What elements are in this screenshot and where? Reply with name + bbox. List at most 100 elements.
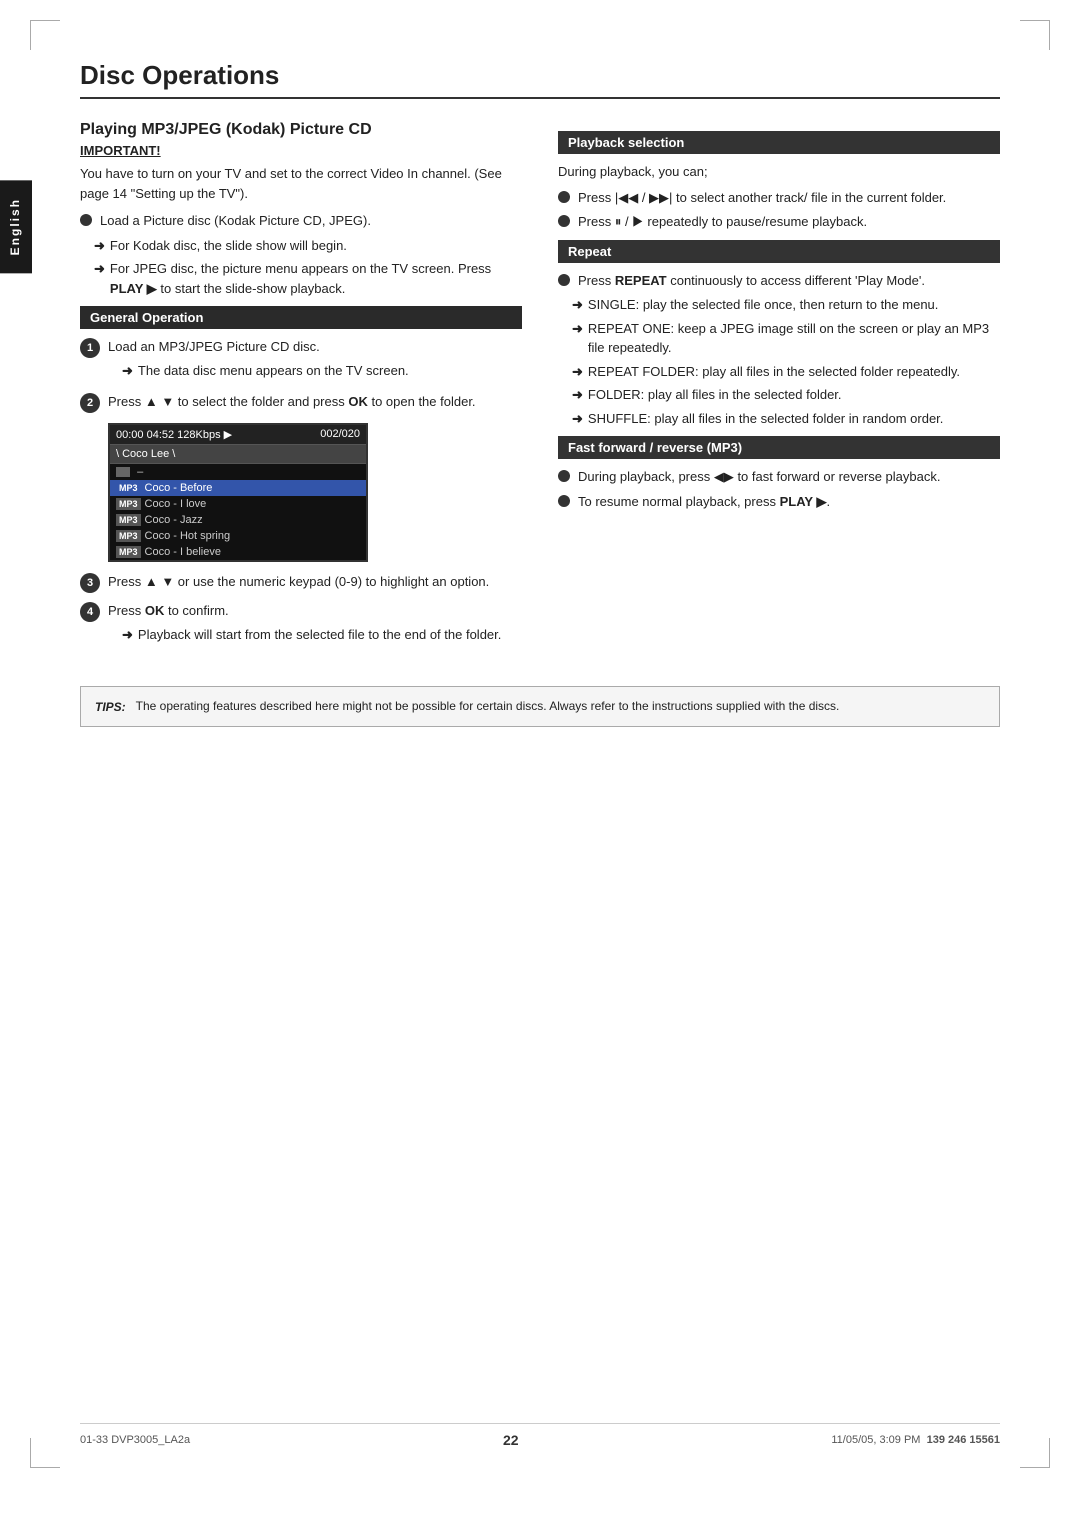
corner-mark-br xyxy=(1020,1438,1050,1468)
step-2: 2 Press ▲ ▼ to select the folder and pre… xyxy=(80,392,522,413)
screen-item-4-text: Coco - I believe xyxy=(145,546,221,558)
bullet-load-picture: Load a Picture disc (Kodak Picture CD, J… xyxy=(80,211,522,231)
playback-heading: Playback selection xyxy=(558,131,1000,154)
content-columns: Playing MP3/JPEG (Kodak) Picture CD IMPO… xyxy=(80,121,1000,656)
screen-item-2: MP3 Coco - Jazz xyxy=(110,512,366,528)
arrow-sym: ➜ xyxy=(94,236,105,256)
screen-top-bar: 00:00 04:52 128Kbps ▶ 002/020 xyxy=(110,425,366,445)
repeat-arrow1: ➜ SINGLE: play the selected file once, t… xyxy=(558,295,1000,315)
mp3-badge-3: MP3 xyxy=(116,530,141,542)
playback-intro: During playback, you can; xyxy=(558,162,1000,182)
repeat-arrow5: ➜ SHUFFLE: play all files in the selecte… xyxy=(558,409,1000,429)
r-arrow2-text: REPEAT ONE: keep a JPEG image still on t… xyxy=(588,319,1000,358)
screen-item-3: MP3 Coco - Hot spring xyxy=(110,528,366,544)
ff1-text: During playback, press ◀▶ to fast forwar… xyxy=(578,467,1000,487)
mp3-badge-1: MP3 xyxy=(116,498,141,510)
ff-heading: Fast forward / reverse (MP3) xyxy=(558,436,1000,459)
r-arrow5: ➜ xyxy=(572,409,583,429)
gen-op-heading: General Operation xyxy=(80,306,522,329)
screen-path: \ Coco Lee \ xyxy=(110,445,366,464)
step-2-content: Press ▲ ▼ to select the folder and press… xyxy=(108,392,522,412)
r-arrow4: ➜ xyxy=(572,385,583,405)
pb-dot2 xyxy=(558,215,570,227)
tips-box: TIPS: The operating features described h… xyxy=(80,686,1000,727)
screen-item-2-text: Coco - Jazz xyxy=(145,514,203,526)
tips-label: TIPS: xyxy=(95,698,126,716)
corner-mark-tr xyxy=(1020,20,1050,50)
repeat-bullet1: Press REPEAT continuously to access diff… xyxy=(558,271,1000,291)
pb1-text: Press |◀◀ / ▶▶| to select another track/… xyxy=(578,188,1000,208)
left-column: Playing MP3/JPEG (Kodak) Picture CD IMPO… xyxy=(80,121,522,656)
step-num-3: 3 xyxy=(80,573,100,593)
screen-blank: – xyxy=(110,464,366,480)
screen-item-1: MP3 Coco - I love xyxy=(110,496,366,512)
step4-arrow: ➜ Playback will start from the selected … xyxy=(108,625,522,645)
footer-right: 11/05/05, 3:09 PM 139 246 15561 xyxy=(831,1434,1000,1446)
screen-item-3-text: Coco - Hot spring xyxy=(145,530,231,542)
mp3-badge-0: MP3 xyxy=(116,482,141,494)
corner-mark-bl xyxy=(30,1438,60,1468)
ff-dot2 xyxy=(558,495,570,507)
repeat-heading: Repeat xyxy=(558,240,1000,263)
step1-arrow: ➜ The data disc menu appears on the TV s… xyxy=(108,361,522,381)
r-arrow3-text: REPEAT FOLDER: play all files in the sel… xyxy=(588,362,960,382)
r-arrow4-text: FOLDER: play all files in the selected f… xyxy=(588,385,842,405)
corner-mark-tl xyxy=(30,20,60,50)
arrow-kodak-text: For Kodak disc, the slide show will begi… xyxy=(110,236,347,256)
ff-bullet2: To resume normal playback, press PLAY ▶. xyxy=(558,492,1000,512)
arrow-sym3: ➜ xyxy=(122,361,133,381)
rep-dot1 xyxy=(558,274,570,286)
r-arrow3: ➜ xyxy=(572,362,583,382)
screen-mockup: 00:00 04:52 128Kbps ▶ 002/020 \ Coco Lee… xyxy=(108,423,368,562)
step-4: 4 Press OK to confirm. ➜ Playback will s… xyxy=(80,601,522,648)
page-container: English Disc Operations Playing MP3/JPEG… xyxy=(0,0,1080,1528)
footer: 01-33 DVP3005_LA2a 22 11/05/05, 3:09 PM … xyxy=(80,1423,1000,1448)
step-num-1: 1 xyxy=(80,338,100,358)
repeat-arrow4: ➜ FOLDER: play all files in the selected… xyxy=(558,385,1000,405)
screen-item-1-text: Coco - I love xyxy=(145,498,207,510)
footer-left: 01-33 DVP3005_LA2a xyxy=(80,1434,190,1446)
screen-top-right: 002/020 xyxy=(320,428,360,441)
important-heading: IMPORTANT! xyxy=(80,143,522,158)
arrow-kodak: ➜ For Kodak disc, the slide show will be… xyxy=(80,236,522,256)
r-arrow5-text: SHUFFLE: play all files in the selected … xyxy=(588,409,944,429)
step-3-content: Press ▲ ▼ or use the numeric keypad (0-9… xyxy=(108,572,522,592)
step-1-content: Load an MP3/JPEG Picture CD disc. ➜ The … xyxy=(108,337,522,384)
step-1: 1 Load an MP3/JPEG Picture CD disc. ➜ Th… xyxy=(80,337,522,384)
left-section-title: Playing MP3/JPEG (Kodak) Picture CD xyxy=(80,121,522,139)
step-1-text: Load an MP3/JPEG Picture CD disc. xyxy=(108,339,320,354)
ff2-text: To resume normal playback, press PLAY ▶. xyxy=(578,492,1000,512)
repeat-arrow2: ➜ REPEAT ONE: keep a JPEG image still on… xyxy=(558,319,1000,358)
tips-text: The operating features described here mi… xyxy=(136,697,840,715)
playback-bullet2: Press ⏸ / ▶ repeatedly to pause/resume p… xyxy=(558,212,1000,232)
step-4-text: Press OK to confirm. xyxy=(108,603,229,618)
page-number: 22 xyxy=(503,1432,519,1448)
r-arrow2: ➜ xyxy=(572,319,583,339)
arrow-sym2: ➜ xyxy=(94,259,105,279)
sidebar-tab: English xyxy=(0,180,32,273)
bullet-load-picture-text: Load a Picture disc (Kodak Picture CD, J… xyxy=(100,211,522,231)
arrow-jpeg-text: For JPEG disc, the picture menu appears … xyxy=(110,259,522,298)
screen-item-4: MP3 Coco - I believe xyxy=(110,544,366,560)
screen-top-left: 00:00 04:52 128Kbps ▶ xyxy=(116,428,232,441)
playback-bullet1: Press |◀◀ / ▶▶| to select another track/… xyxy=(558,188,1000,208)
ff-dot1 xyxy=(558,470,570,482)
pb-dot1 xyxy=(558,191,570,203)
rep1-text: Press REPEAT continuously to access diff… xyxy=(578,271,1000,291)
r-arrow1: ➜ xyxy=(572,295,583,315)
step-2-text: Press ▲ ▼ to select the folder and press… xyxy=(108,394,476,409)
important-text: You have to turn on your TV and set to t… xyxy=(80,164,522,203)
right-column: Playback selection During playback, you … xyxy=(558,121,1000,656)
sidebar-label: English xyxy=(8,198,22,255)
step-num-2: 2 xyxy=(80,393,100,413)
step4-arrow-text: Playback will start from the selected fi… xyxy=(138,625,501,645)
step-4-content: Press OK to confirm. ➜ Playback will sta… xyxy=(108,601,522,648)
screen-item-0-text: Coco - Before xyxy=(145,482,213,494)
step-3: 3 Press ▲ ▼ or use the numeric keypad (0… xyxy=(80,572,522,593)
arrow-jpeg: ➜ For JPEG disc, the picture menu appear… xyxy=(80,259,522,298)
repeat-arrow3: ➜ REPEAT FOLDER: play all files in the s… xyxy=(558,362,1000,382)
ff-bullet1: During playback, press ◀▶ to fast forwar… xyxy=(558,467,1000,487)
r-arrow1-text: SINGLE: play the selected file once, the… xyxy=(588,295,938,315)
page-title: Disc Operations xyxy=(80,60,1000,99)
pb2-text: Press ⏸ / ▶ repeatedly to pause/resume p… xyxy=(578,212,1000,232)
